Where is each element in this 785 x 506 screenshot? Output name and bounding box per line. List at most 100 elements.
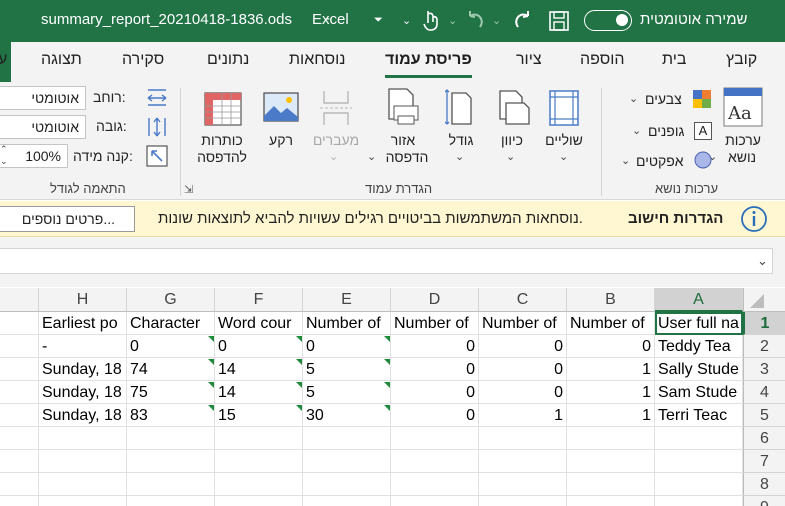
more-details-button[interactable]: פרטים נוספים... — [0, 206, 135, 232]
tab-insert[interactable]: הוספה — [580, 51, 625, 69]
undo-icon[interactable] — [464, 9, 486, 31]
colors-dropdown-icon[interactable]: ⌄ — [629, 92, 638, 105]
tab-home[interactable]: בית — [662, 51, 686, 69]
row-header[interactable]: 1 — [743, 312, 785, 335]
colors-label[interactable]: צבעים — [645, 91, 682, 108]
fonts-label[interactable]: גופנים — [648, 123, 684, 140]
column-header[interactable]: G — [127, 288, 215, 312]
touch-mode-dropdown-icon[interactable]: ⌄ — [402, 14, 411, 27]
table-cell[interactable] — [0, 427, 39, 450]
tab-clipped[interactable]: ע — [0, 51, 7, 69]
print-area-icon[interactable] — [386, 88, 420, 126]
effects-label[interactable]: אפקטים — [636, 153, 684, 170]
orientation-icon[interactable] — [496, 90, 530, 126]
row-header[interactable]: 2 — [743, 335, 785, 358]
row-header[interactable]: 7 — [743, 450, 785, 473]
table-cell[interactable]: 30 — [303, 404, 391, 427]
row-header[interactable]: 6 — [743, 427, 785, 450]
table-cell[interactable]: 0 — [391, 404, 479, 427]
table-cell[interactable] — [391, 473, 479, 496]
table-cell[interactable] — [479, 496, 567, 506]
tab-file[interactable]: קובץ — [726, 51, 757, 69]
table-cell[interactable] — [655, 496, 743, 506]
orientation-dropdown-icon[interactable]: ⌄ — [506, 150, 515, 163]
table-cell[interactable]: 0 — [479, 358, 567, 381]
table-cell[interactable] — [655, 427, 743, 450]
table-cell[interactable] — [127, 496, 215, 506]
width-select[interactable]: אוטומטי — [0, 86, 86, 110]
table-cell[interactable] — [215, 473, 303, 496]
size-icon[interactable] — [444, 88, 473, 126]
table-cell[interactable] — [39, 496, 127, 506]
margins-icon[interactable] — [549, 90, 579, 126]
tab-data[interactable]: נתונים — [207, 51, 249, 69]
breaks-dropdown-icon[interactable]: ⌄ — [329, 150, 338, 163]
table-cell[interactable] — [127, 473, 215, 496]
table-cell[interactable]: 1 — [567, 381, 655, 404]
table-cell[interactable]: Number of — [567, 312, 655, 335]
table-cell[interactable]: Character — [127, 312, 215, 335]
table-cell[interactable]: 0 — [567, 335, 655, 358]
table-cell[interactable] — [479, 450, 567, 473]
table-cell[interactable]: Sunday, 18 — [39, 404, 127, 427]
table-cell[interactable]: 0 — [127, 335, 215, 358]
touch-dropdown-icon[interactable]: ⌄ — [448, 14, 457, 27]
table-cell[interactable] — [391, 450, 479, 473]
table-cell[interactable]: 1 — [567, 404, 655, 427]
row-header[interactable]: 4 — [743, 381, 785, 404]
column-header[interactable]: B — [567, 288, 655, 312]
table-cell[interactable]: Word cour — [215, 312, 303, 335]
table-cell[interactable]: Sunday, 18 — [39, 358, 127, 381]
table-cell[interactable]: ay, 18 — [0, 381, 39, 404]
table-cell[interactable]: 75 — [127, 381, 215, 404]
breaks-icon[interactable] — [320, 90, 352, 126]
table-cell[interactable]: Teddy Tea — [655, 335, 743, 358]
table-cell[interactable] — [567, 427, 655, 450]
table-cell[interactable]: 1 — [567, 358, 655, 381]
table-cell[interactable] — [655, 450, 743, 473]
column-header[interactable]: F — [215, 288, 303, 312]
table-cell[interactable]: 0 — [391, 381, 479, 404]
print-area-dropdown-icon[interactable]: ⌄ — [367, 150, 376, 163]
customize-qat-icon[interactable]: ⏷ — [374, 14, 383, 27]
table-cell[interactable] — [655, 473, 743, 496]
print-titles-icon[interactable] — [204, 92, 242, 126]
formula-input[interactable] — [0, 248, 773, 274]
undo-dropdown-icon[interactable]: ⌄ — [492, 14, 501, 27]
touch-mode-icon[interactable] — [421, 8, 441, 32]
table-cell[interactable]: Sam Stude — [655, 381, 743, 404]
column-header[interactable]: A — [655, 288, 743, 312]
row-header[interactable]: 9 — [743, 496, 785, 506]
table-cell[interactable]: Number of — [303, 312, 391, 335]
table-cell[interactable] — [39, 427, 127, 450]
scale-spinner[interactable]: 100% — [0, 144, 68, 168]
table-cell[interactable] — [303, 473, 391, 496]
effects-dropdown-icon[interactable]: ⌄ — [621, 154, 630, 167]
column-header[interactable]: C — [479, 288, 567, 312]
fonts-dropdown-icon[interactable]: ⌄ — [632, 124, 641, 137]
table-cell[interactable]: 1 — [479, 404, 567, 427]
background-icon[interactable] — [263, 92, 299, 122]
table-cell[interactable]: Earliest po — [39, 312, 127, 335]
row-header[interactable]: 8 — [743, 473, 785, 496]
page-setup-launcher-icon[interactable]: ⇲ — [184, 183, 193, 196]
table-cell[interactable] — [39, 473, 127, 496]
table-cell[interactable]: 14 — [215, 381, 303, 404]
table-cell[interactable] — [303, 427, 391, 450]
table-cell[interactable] — [127, 450, 215, 473]
table-cell[interactable]: Sunday, 18 — [39, 381, 127, 404]
table-cell[interactable]: 0 — [391, 335, 479, 358]
effects-icon[interactable] — [694, 151, 712, 169]
size-dropdown-icon[interactable]: ⌄ — [455, 150, 464, 163]
table-cell[interactable] — [39, 450, 127, 473]
table-cell[interactable] — [0, 335, 39, 358]
table-cell[interactable] — [303, 496, 391, 506]
table-cell[interactable] — [0, 473, 39, 496]
save-icon[interactable] — [548, 10, 570, 32]
height-select[interactable]: אוטומטי — [0, 115, 86, 139]
table-cell[interactable] — [479, 427, 567, 450]
table-cell[interactable] — [567, 496, 655, 506]
table-cell[interactable] — [391, 496, 479, 506]
table-cell[interactable]: 0 — [479, 381, 567, 404]
column-header[interactable]: D — [391, 288, 479, 312]
